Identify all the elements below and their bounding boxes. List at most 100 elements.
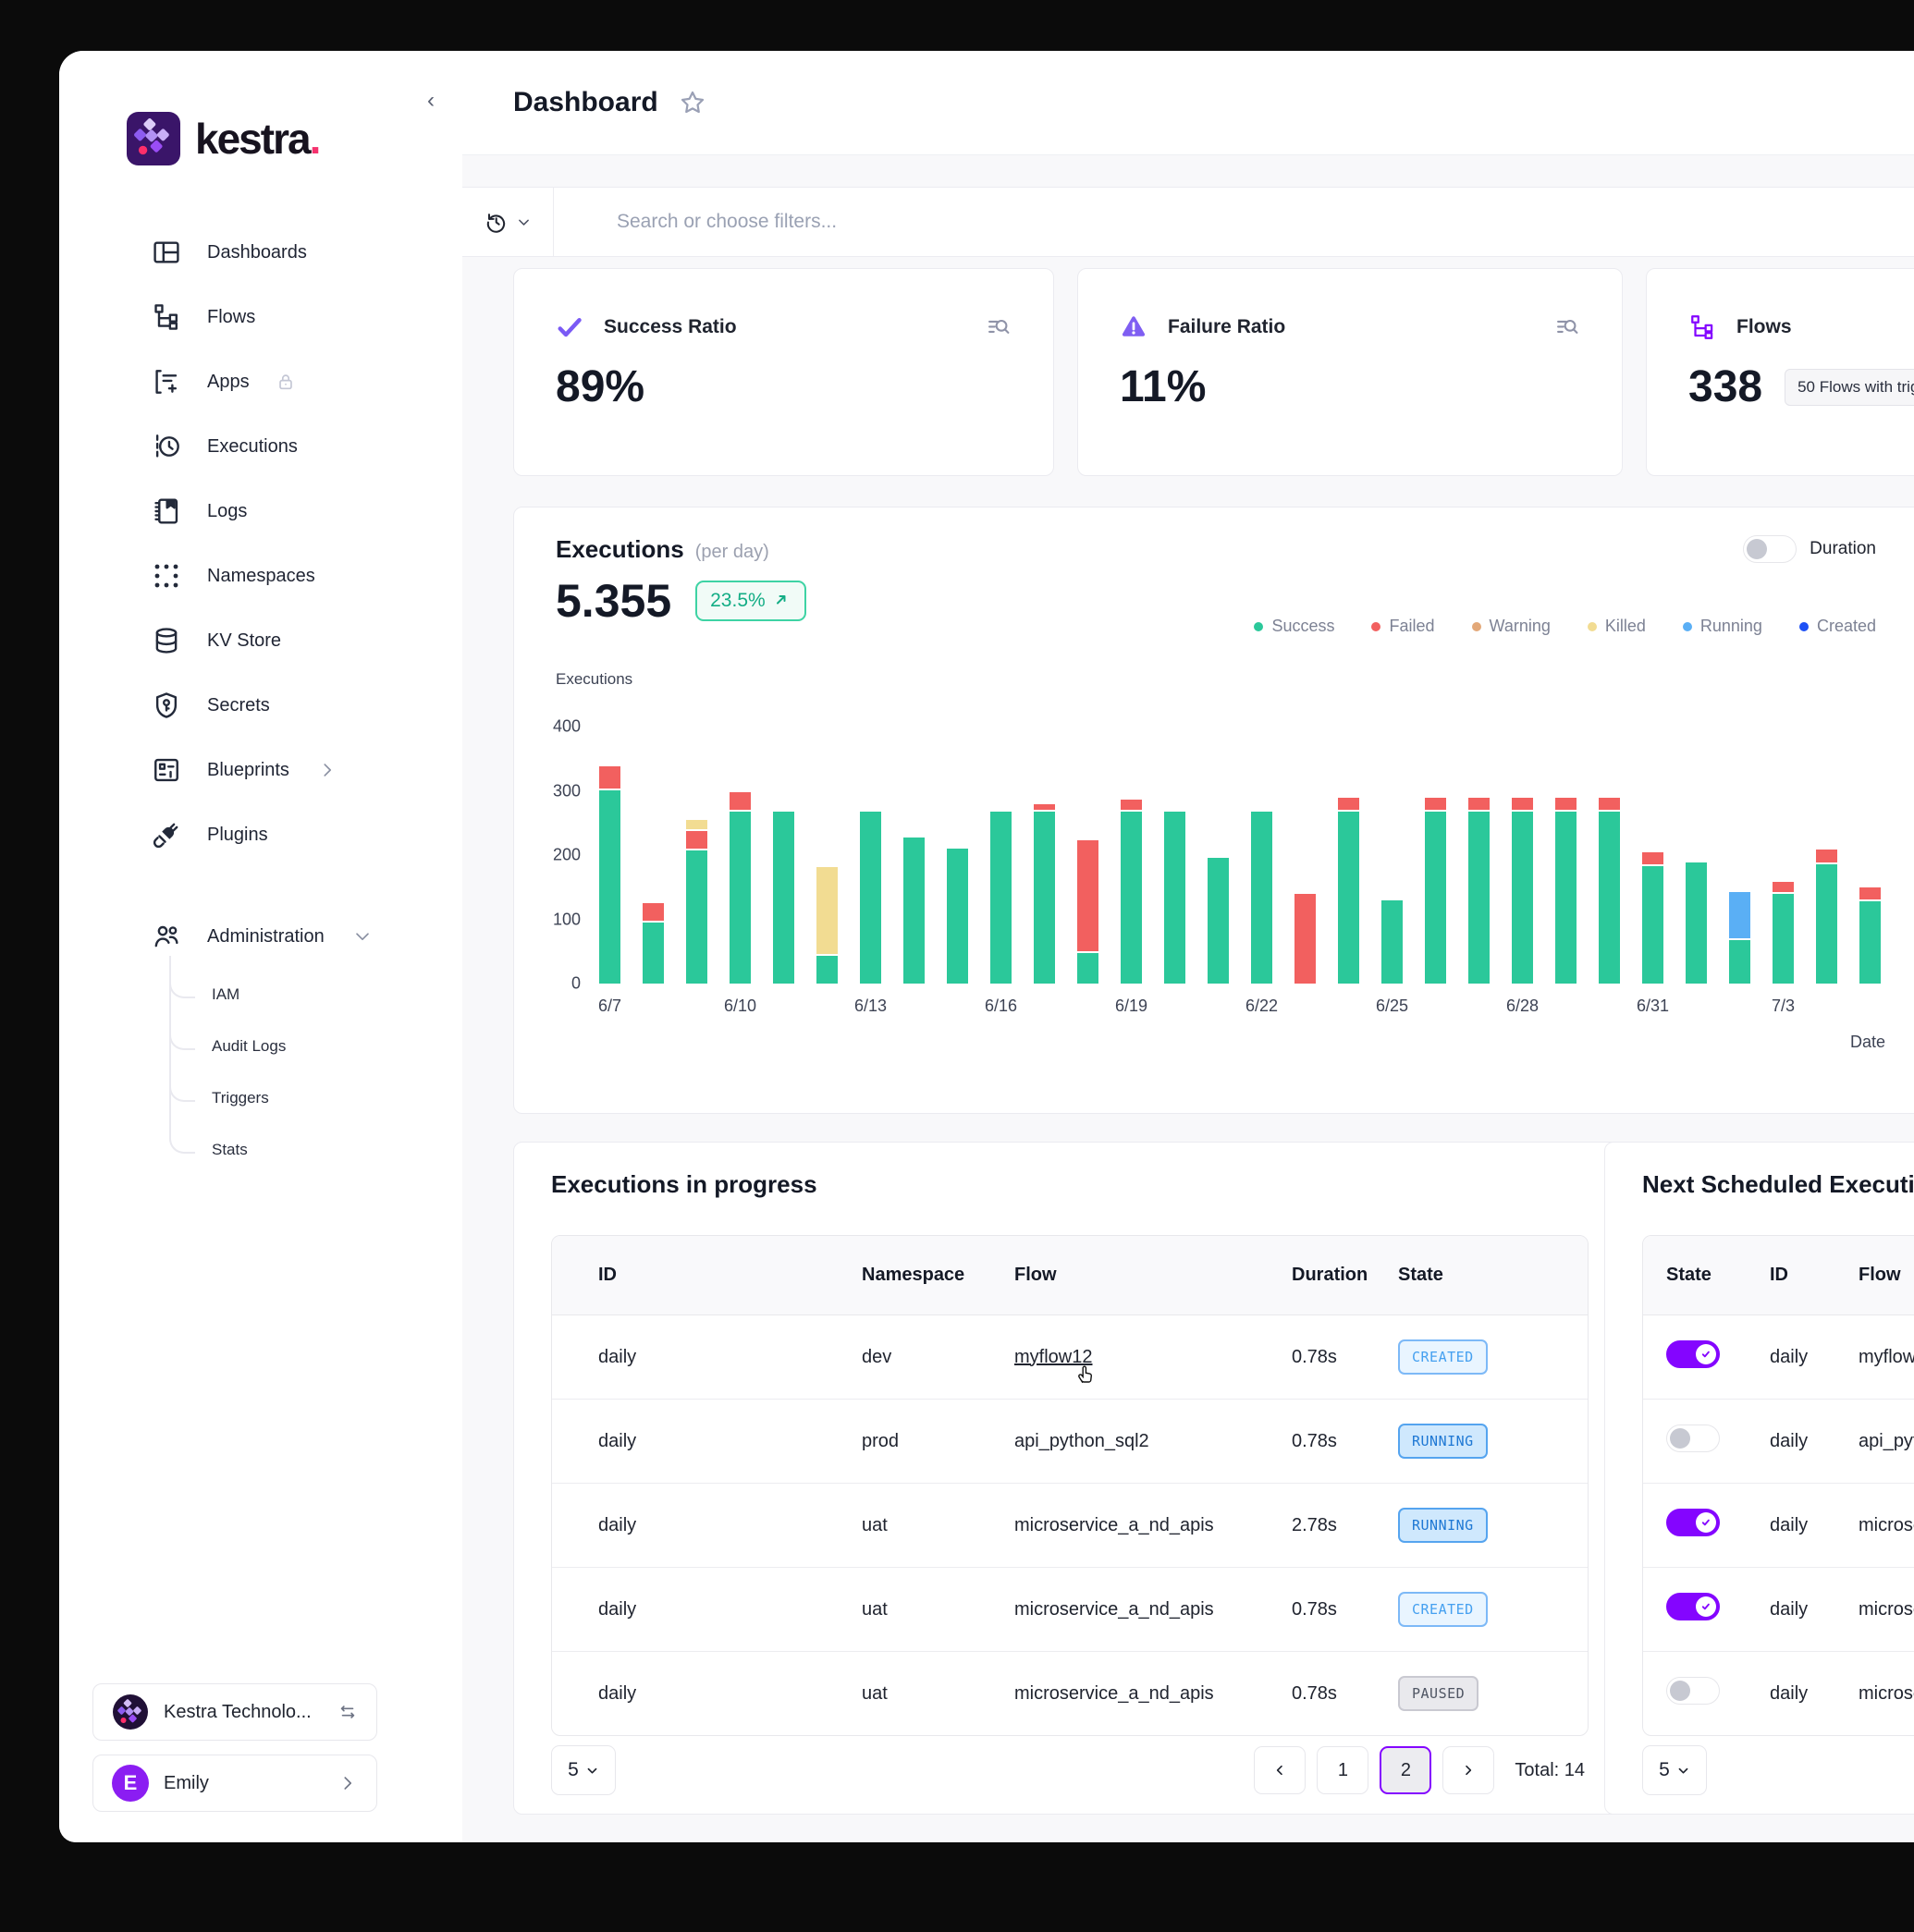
chart-bar[interactable]	[1153, 727, 1196, 984]
cell-id: daily	[598, 1599, 862, 1620]
chart-bar[interactable]	[1805, 727, 1848, 984]
state-toggle[interactable]	[1666, 1677, 1720, 1705]
cell-id: daily	[1770, 1431, 1859, 1452]
search-list-icon[interactable]	[986, 314, 1012, 340]
next-page-button[interactable]	[1442, 1746, 1494, 1794]
chart-bar[interactable]: 6/16	[979, 727, 1023, 984]
kvstore-icon	[152, 626, 181, 655]
state-toggle[interactable]	[1666, 1425, 1720, 1452]
chart-bar[interactable]	[1457, 727, 1501, 984]
chart-bar[interactable]	[892, 727, 936, 984]
chart-bar[interactable]	[1675, 727, 1718, 984]
chevron-right-icon	[317, 760, 337, 780]
chart-bar[interactable]: 6/28	[1501, 727, 1544, 984]
chart-bar[interactable]: 6/13	[849, 727, 892, 984]
bar-segment-failed	[1816, 850, 1837, 864]
legend-item-created[interactable]: Created	[1799, 617, 1876, 636]
flow-link[interactable]: myflow12	[1014, 1347, 1092, 1368]
page-size-select[interactable]: 5	[1642, 1745, 1707, 1795]
chart-bar[interactable]	[1023, 727, 1066, 984]
page-button-2[interactable]: 2	[1380, 1746, 1431, 1794]
bar-segment-failed	[1077, 840, 1098, 953]
sidebar-item-secrets[interactable]: Secrets	[59, 673, 462, 738]
chart-bar[interactable]	[675, 727, 718, 984]
chart-bar[interactable]	[762, 727, 805, 984]
bar-segment-killed	[686, 820, 707, 831]
bar-segment-failed	[730, 792, 751, 812]
legend-item-success[interactable]: Success	[1254, 617, 1334, 636]
sidebar-item-label: Plugins	[207, 825, 268, 846]
sidebar-item-dashboards[interactable]: Dashboards	[59, 220, 462, 285]
hand-cursor-icon	[1074, 1362, 1098, 1386]
cell-flow: microservice_a_nd_apis	[1014, 1515, 1292, 1536]
legend-item-warning[interactable]: Warning	[1472, 617, 1551, 636]
duration-toggle[interactable]	[1743, 535, 1797, 563]
sidebar-item-plugins[interactable]: Plugins	[59, 802, 462, 867]
sidebar-nav: DashboardsFlowsAppsExecutionsLogsNamespa…	[59, 220, 462, 1176]
legend-item-running[interactable]: Running	[1683, 617, 1762, 636]
chart-bar[interactable]: 6/22	[1240, 727, 1283, 984]
sidebar-item-apps[interactable]: Apps	[59, 349, 462, 414]
chart-bar[interactable]	[1588, 727, 1631, 984]
executions-total: 5.355	[556, 574, 671, 628]
sidebar-collapse-button[interactable]: ‹	[427, 88, 435, 114]
state-toggle[interactable]	[1666, 1509, 1720, 1536]
chart-bar[interactable]	[1718, 727, 1761, 984]
legend-item-killed[interactable]: Killed	[1588, 617, 1646, 636]
page-button-1[interactable]: 1	[1317, 1746, 1368, 1794]
sidebar: ‹ kestra. DashboardsFlowsAppsExecutionsL…	[59, 51, 463, 1842]
chart-bar[interactable]: 7/3	[1761, 727, 1805, 984]
chart-bar[interactable]: 6/25	[1370, 727, 1414, 984]
sidebar-item-blueprints[interactable]: Blueprints	[59, 738, 462, 802]
chart-bar[interactable]	[1196, 727, 1240, 984]
chart-bar[interactable]	[1327, 727, 1370, 984]
chart-bar[interactable]	[1544, 727, 1588, 984]
state-badge: PAUSED	[1398, 1676, 1478, 1711]
kestra-logo[interactable]: kestra.	[127, 112, 319, 165]
chart-bar[interactable]: 6/19	[1110, 727, 1153, 984]
state-toggle[interactable]	[1666, 1593, 1720, 1620]
page-size-select[interactable]: 5	[551, 1745, 616, 1795]
x-tick: 6/28	[1506, 997, 1539, 1016]
bar-segment-success	[599, 790, 620, 984]
sidebar-item-logs[interactable]: Logs	[59, 479, 462, 544]
star-icon[interactable]	[679, 89, 706, 116]
chart-bar[interactable]	[1414, 727, 1457, 984]
state-badge: RUNNING	[1398, 1508, 1488, 1543]
prev-page-button[interactable]	[1254, 1746, 1306, 1794]
swap-icon	[337, 1702, 358, 1722]
search-input[interactable]	[615, 210, 1636, 234]
chart-bar[interactable]	[1066, 727, 1110, 984]
bar-segment-failed	[1338, 798, 1359, 812]
sidebar-item-administration[interactable]: Administration	[59, 904, 462, 969]
cell-duration: 0.78s	[1292, 1431, 1398, 1452]
chart-bar[interactable]	[936, 727, 979, 984]
chevron-right-icon	[1461, 1763, 1476, 1778]
chart-bar[interactable]: 6/7	[588, 727, 632, 984]
bar-segment-success	[643, 923, 664, 984]
sidebar-subitem-iam[interactable]: IAM	[169, 969, 462, 1021]
legend-item-failed[interactable]: Failed	[1371, 617, 1434, 636]
sidebar-subitem-triggers[interactable]: Triggers	[169, 1072, 462, 1124]
chart-bar[interactable]: 6/10	[718, 727, 762, 984]
chart-bar[interactable]	[805, 727, 849, 984]
bar-segment-success	[1121, 812, 1142, 984]
chart-bar[interactable]: 6/31	[1631, 727, 1675, 984]
sidebar-item-namespaces[interactable]: Namespaces	[59, 544, 462, 608]
chart-bar[interactable]	[1848, 727, 1892, 984]
chart-bar[interactable]	[1283, 727, 1327, 984]
user-menu[interactable]: E Emily	[92, 1755, 377, 1812]
sidebar-subitem-stats[interactable]: Stats	[169, 1124, 462, 1176]
sidebar-subitem-audit-logs[interactable]: Audit Logs	[169, 1021, 462, 1072]
filter-history-dropdown[interactable]	[462, 188, 554, 256]
tenant-switcher[interactable]: Kestra Technolo...	[92, 1683, 377, 1741]
sidebar-item-flows[interactable]: Flows	[59, 285, 462, 349]
chart-bar[interactable]	[632, 727, 675, 984]
sidebar-item-executions[interactable]: Executions	[59, 414, 462, 479]
sidebar-item-kv-store[interactable]: KV Store	[59, 608, 462, 673]
state-toggle[interactable]	[1666, 1340, 1720, 1368]
bar-segment-failed	[686, 831, 707, 850]
bar-segment-success	[1859, 901, 1881, 984]
search-list-icon[interactable]	[1554, 314, 1580, 340]
success-ratio-value: 89%	[556, 361, 644, 412]
